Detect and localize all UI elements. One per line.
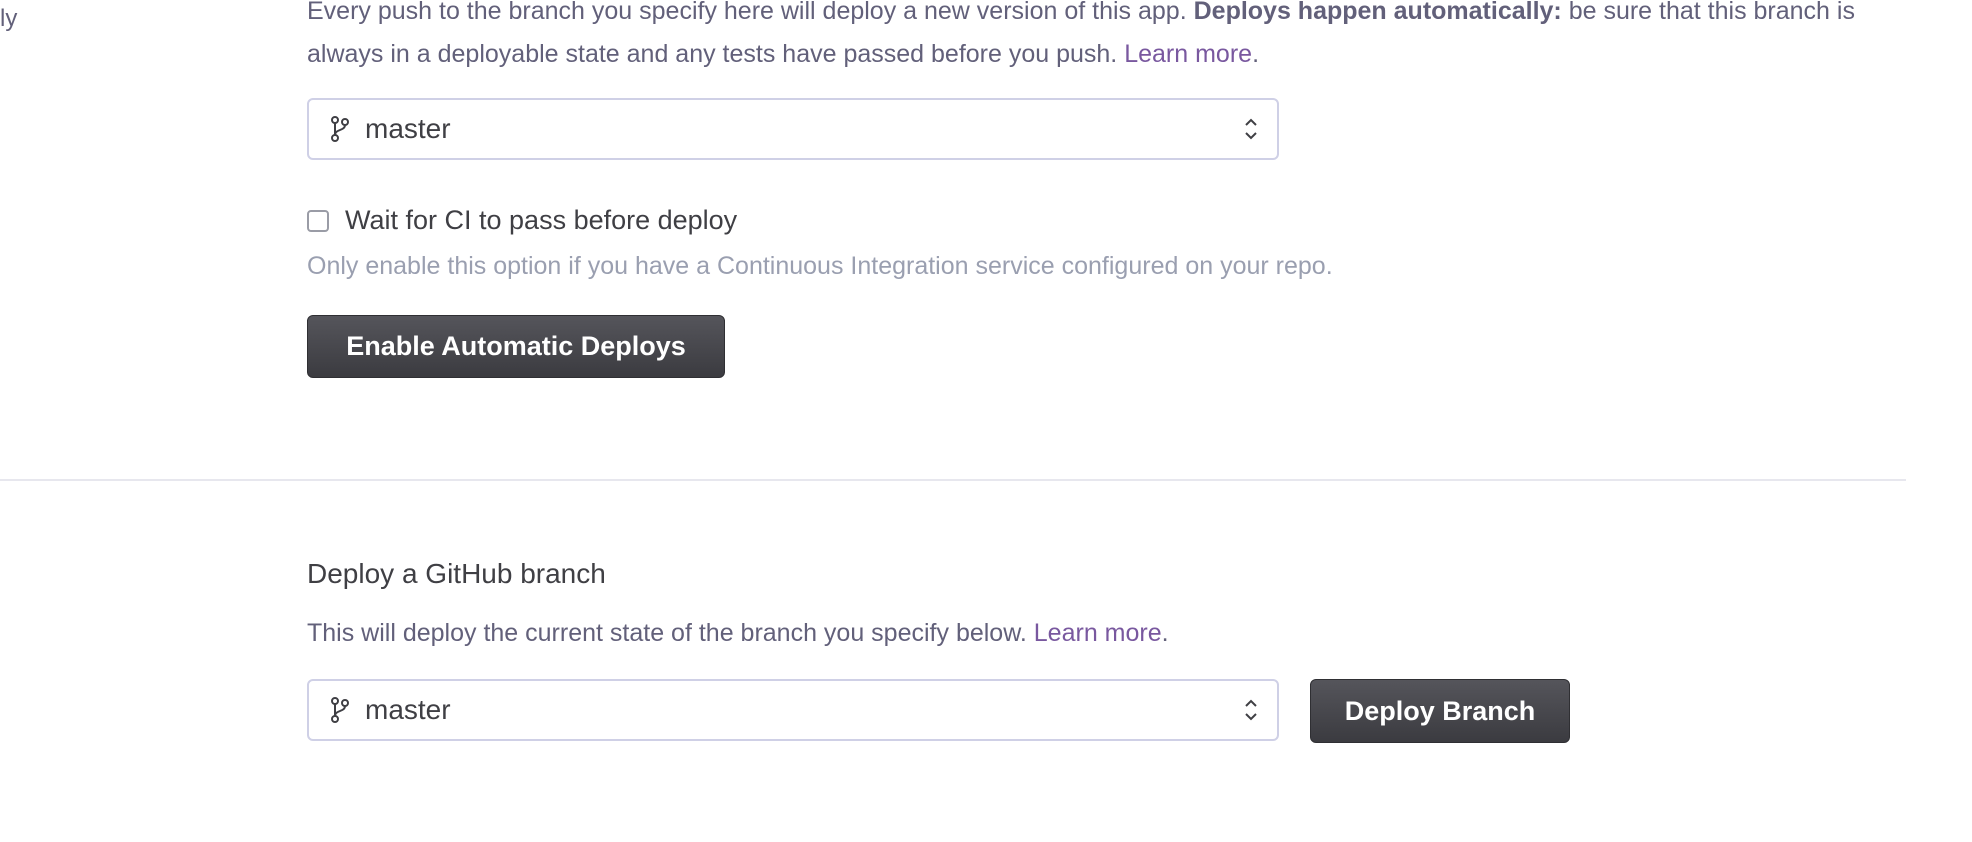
auto-deploy-description-prefix: Every push to the branch you specify her… — [307, 0, 1194, 25]
enable-automatic-deploys-button[interactable]: Enable Automatic Deploys — [307, 315, 725, 378]
ci-help-text: Only enable this option if you have a Co… — [307, 252, 1333, 280]
git-branch-icon — [329, 696, 351, 724]
deploy-branch-button[interactable]: Deploy Branch — [1310, 679, 1570, 743]
manual-deploy-description-text: This will deploy the current state of th… — [307, 619, 1027, 647]
chevron-up-down-icon — [1243, 115, 1259, 143]
section-divider — [0, 479, 1906, 481]
manual-deploy-branch-value: master — [365, 694, 451, 725]
manual-deploy-branch-select[interactable]: master — [307, 679, 1279, 741]
manual-deploy-description: This will deploy the current state of th… — [307, 619, 1169, 647]
auto-deploy-branch-select[interactable]: master — [307, 98, 1279, 160]
ci-checkbox-row[interactable]: Wait for CI to pass before deploy — [307, 205, 737, 236]
manual-deploy-learn-more-link[interactable]: Learn more — [1034, 619, 1162, 647]
auto-deploy-description-bold: Deploys happen automatically: — [1193, 0, 1562, 25]
auto-deploy-branch-value: master — [365, 113, 451, 144]
auto-deploy-description: Every push to the branch you specify her… — [307, 0, 1907, 76]
ci-checkbox[interactable] — [307, 209, 329, 232]
auto-deploy-learn-more-link[interactable]: Learn more — [1124, 40, 1252, 68]
manual-deploy-heading: Deploy a GitHub branch — [307, 558, 606, 589]
sidebar-fragment-text: ly — [0, 5, 18, 32]
git-branch-icon — [329, 115, 351, 143]
ci-checkbox-label[interactable]: Wait for CI to pass before deploy — [345, 205, 737, 236]
chevron-up-down-icon — [1243, 696, 1259, 724]
